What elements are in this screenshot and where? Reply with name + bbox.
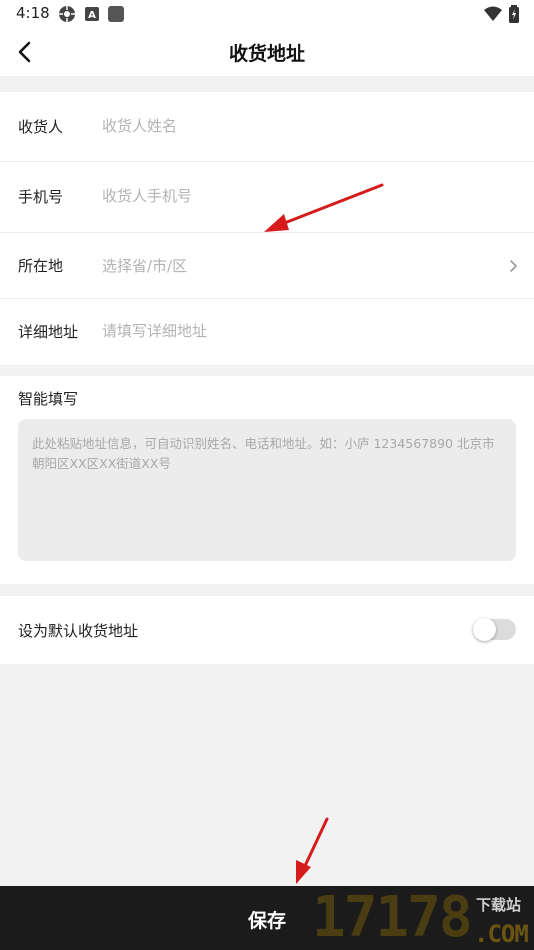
phone-row: 手机号 <box>0 162 534 233</box>
smart-fill-textarea[interactable] <box>18 419 516 561</box>
recipient-row: 收货人 <box>0 92 534 162</box>
recipient-label: 收货人 <box>18 118 64 136</box>
status-time: 4:18 <box>16 4 50 22</box>
detail-address-label: 详细地址 <box>18 323 79 341</box>
default-address-toggle[interactable] <box>473 618 516 641</box>
svg-text:A: A <box>88 10 96 21</box>
app-bar: 收货地址 <box>0 28 534 76</box>
watermark-text: 下载站 <box>476 896 522 914</box>
square-icon <box>107 5 125 27</box>
page-title: 收货地址 <box>228 43 305 65</box>
recipient-name-input[interactable] <box>102 114 492 138</box>
chevron-right-icon <box>510 260 517 272</box>
app-a-icon: A <box>84 5 100 27</box>
watermark-digits: 17178 <box>312 885 473 950</box>
watermark-suffix: .COM <box>474 920 529 948</box>
phone-input[interactable] <box>102 184 492 208</box>
detail-address-row: 详细地址 <box>0 299 534 365</box>
region-row[interactable]: 所在地 选择省/市/区 <box>0 233 534 299</box>
default-address-label: 设为默认收货地址 <box>18 622 139 640</box>
annotation-arrow-icon <box>296 817 329 884</box>
smart-fill-title: 智能填写 <box>18 390 79 408</box>
address-form: 收货人 手机号 所在地 选择省/市/区 详细地址 <box>0 92 534 365</box>
status-bar: 4:18 A <box>0 0 534 28</box>
region-select[interactable]: 选择省/市/区 <box>102 255 187 276</box>
settings-gear-icon <box>58 5 76 27</box>
wifi-icon <box>483 5 503 27</box>
detail-address-input[interactable] <box>102 319 492 343</box>
toggle-knob <box>473 618 496 641</box>
default-address-section: 设为默认收货地址 <box>0 596 534 664</box>
battery-icon <box>508 5 520 27</box>
smart-fill-section: 智能填写 <box>0 376 534 584</box>
phone-label: 手机号 <box>18 188 64 206</box>
region-label: 所在地 <box>18 257 64 275</box>
